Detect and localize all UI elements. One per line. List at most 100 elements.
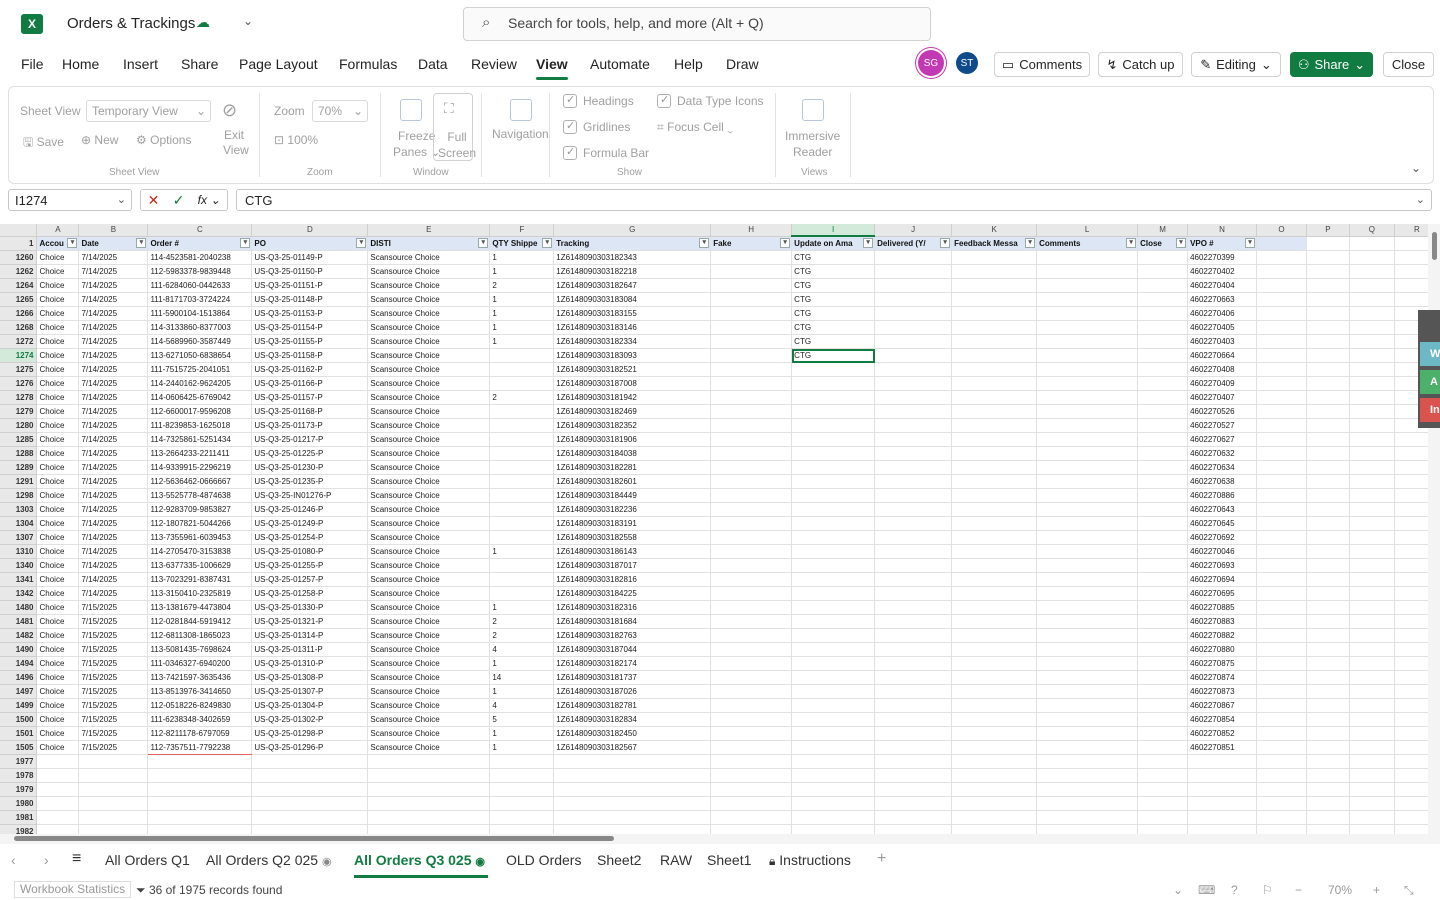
cell[interactable] (791, 796, 876, 811)
cell[interactable]: 113-5525778-4874638 (147, 488, 253, 503)
cell[interactable] (951, 768, 1038, 783)
cell[interactable] (1349, 740, 1395, 755)
cell[interactable] (1306, 712, 1350, 727)
cell[interactable] (1137, 404, 1189, 419)
cell[interactable] (1306, 684, 1350, 699)
cell[interactable] (874, 376, 953, 391)
cell[interactable] (1036, 334, 1139, 349)
cell[interactable]: 1Z6148090303182521 (553, 362, 712, 377)
cell[interactable] (1349, 656, 1395, 671)
cell[interactable]: US-Q3-25-01153-P (251, 306, 369, 321)
help-icon[interactable]: ? (1231, 883, 1238, 897)
cell[interactable] (1349, 362, 1395, 377)
cell[interactable]: US-Q3-25-01254-P (251, 530, 369, 545)
cell[interactable] (1349, 460, 1395, 475)
exit-view-button[interactable]: Exit View (223, 128, 249, 158)
cell[interactable] (951, 418, 1038, 433)
cell[interactable] (367, 796, 491, 811)
table-header-cell[interactable]: Close ▾ (1137, 236, 1189, 251)
cell[interactable] (791, 586, 876, 601)
search-box[interactable]: ⌕ (463, 7, 931, 41)
row-header[interactable]: 1291 (0, 474, 38, 489)
cell[interactable] (1349, 320, 1395, 335)
cell[interactable] (1137, 810, 1189, 825)
cell[interactable] (1306, 348, 1350, 363)
cell[interactable] (710, 796, 793, 811)
cell[interactable] (1137, 712, 1189, 727)
cell[interactable] (791, 390, 876, 405)
cell[interactable] (1256, 712, 1307, 727)
cell[interactable] (1036, 432, 1139, 447)
row-header[interactable]: 1977 (0, 754, 38, 769)
cell[interactable] (36, 768, 80, 783)
cell[interactable] (489, 754, 555, 769)
cell[interactable] (78, 782, 149, 797)
cell[interactable] (1256, 670, 1307, 685)
cell[interactable] (710, 376, 793, 391)
cell[interactable] (1256, 586, 1307, 601)
cell[interactable] (1256, 684, 1307, 699)
cell[interactable] (791, 670, 876, 685)
cell[interactable] (1256, 390, 1307, 405)
cell[interactable] (1349, 796, 1395, 811)
cell[interactable] (78, 754, 149, 769)
cell[interactable] (710, 460, 793, 475)
cell[interactable]: US-Q3-25-01148-P (251, 292, 369, 307)
editing-mode-button[interactable]: ✎ Editing ⌄ (1191, 52, 1281, 77)
cell[interactable] (791, 418, 876, 433)
cell[interactable] (1036, 740, 1139, 755)
cell[interactable]: 112-0518226-8249830 (147, 698, 253, 713)
cell[interactable]: 4602270880 (1187, 642, 1258, 657)
cell[interactable] (1306, 278, 1350, 293)
cell[interactable]: 4602270627 (1187, 432, 1258, 447)
cell[interactable] (951, 278, 1038, 293)
cell[interactable] (791, 684, 876, 699)
cell[interactable] (1036, 474, 1139, 489)
cell[interactable]: CTG (791, 306, 876, 321)
cell[interactable] (1137, 418, 1189, 433)
vertical-scroll-thumb[interactable] (1432, 232, 1437, 260)
cell[interactable]: 4602270664 (1187, 348, 1258, 363)
cell[interactable]: US-Q3-25-IN01276-P (251, 488, 369, 503)
cell[interactable] (1256, 334, 1307, 349)
cell[interactable]: Choice (36, 292, 80, 307)
cell[interactable]: Choice (36, 460, 80, 475)
cell[interactable] (710, 488, 793, 503)
menu-draw[interactable]: Draw (726, 56, 759, 72)
cell[interactable] (710, 824, 793, 834)
cell[interactable] (710, 530, 793, 545)
cell[interactable] (1306, 488, 1350, 503)
cell[interactable] (147, 754, 253, 769)
cell[interactable]: Scansource Choice (367, 334, 491, 349)
row-header[interactable]: 1268 (0, 320, 38, 335)
cell[interactable] (791, 628, 876, 643)
cell[interactable]: US-Q3-25-01310-P (251, 656, 369, 671)
view-options-button[interactable]: ⚙ Options (136, 133, 191, 147)
cell[interactable] (251, 782, 369, 797)
cell[interactable] (710, 474, 793, 489)
cell[interactable] (1256, 306, 1307, 321)
cell[interactable]: 1 (489, 656, 555, 671)
cell[interactable] (251, 824, 369, 834)
cell[interactable]: 2 (489, 390, 555, 405)
cell[interactable] (1256, 572, 1307, 587)
filter-dropdown-icon[interactable]: ▾ (542, 237, 553, 248)
cell[interactable]: 1 (489, 250, 555, 265)
cell[interactable] (36, 754, 80, 769)
cell[interactable]: Choice (36, 600, 80, 615)
row-header[interactable]: 1500 (0, 712, 38, 727)
cell[interactable]: 7/14/2025 (78, 418, 149, 433)
table-header-cell[interactable]: Tracking ▾ (553, 236, 712, 251)
cell[interactable]: 113-7023291-8387431 (147, 572, 253, 587)
column-header-k[interactable]: K (951, 224, 1038, 237)
cell[interactable]: 4602270403 (1187, 334, 1258, 349)
cell[interactable] (1349, 390, 1395, 405)
cell[interactable] (1256, 446, 1307, 461)
cell[interactable] (710, 348, 793, 363)
cell[interactable]: 4602270408 (1187, 362, 1258, 377)
cell[interactable] (489, 530, 555, 545)
column-header-f[interactable]: F (489, 224, 555, 237)
cell[interactable]: Scansource Choice (367, 712, 491, 727)
cell[interactable] (1137, 614, 1189, 629)
cell[interactable]: CTG (791, 348, 876, 363)
